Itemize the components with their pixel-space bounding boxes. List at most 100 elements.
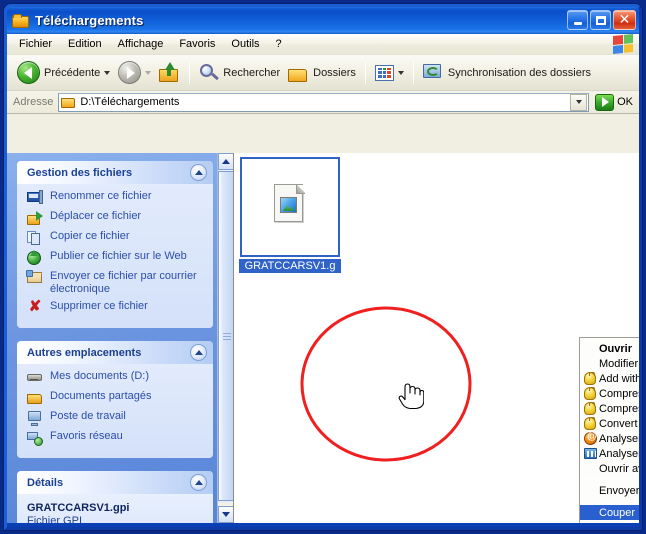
task-label: Renommer ce fichier [50,190,152,202]
menu-item-compress-to-zip[interactable]: Compress to "GRATCCARSV1.zip" [580,386,639,401]
folders-icon [288,64,309,82]
menu-item-add-with-alzip[interactable]: Add with ALZip [580,371,639,386]
chevron-up-icon[interactable] [190,344,207,361]
place-label: Documents partagés [50,390,152,402]
go-button[interactable] [594,93,614,112]
views-button[interactable] [371,58,408,88]
menu-item-compress-and-email[interactable]: Compress to "GRATCCARSV1.zip" and email.… [580,401,639,416]
menu-item-copier[interactable]: Copier [580,520,639,524]
scroll-up-button[interactable] [218,153,233,170]
task-email-file[interactable]: Envoyer ce fichier par courrier électron… [26,270,205,296]
no-icon [582,483,599,498]
panel-header-file-tasks[interactable]: Gestion des fichiers [17,161,213,184]
views-dropdown-icon[interactable] [397,70,404,75]
minimize-button[interactable] [567,10,588,30]
menu-separator [582,501,639,502]
sidebar-scrollbar[interactable] [217,153,233,523]
address-label: Adresse [13,96,54,108]
up-folder-icon [159,62,180,82]
mse-icon [582,446,599,461]
my-computer-icon [27,410,43,426]
window-client-area: Fichier Edition Affichage Favoris Outils… [7,33,639,523]
alzip-icon [582,386,599,401]
task-rename-file[interactable]: Renommer ce fichier [27,190,205,206]
chevron-up-icon[interactable] [190,164,207,181]
views-icon [374,64,394,81]
folders-button[interactable]: Dossiers [284,58,360,88]
panel-gestion-des-fichiers: Gestion des fichiers Renommer ce fichier… [17,161,213,328]
menu-item-label: Couper [599,506,636,519]
menu-item-modifier[interactable]: Modifier [580,356,639,371]
place-poste-de-travail[interactable]: Poste de travail [27,410,205,426]
menu-help[interactable]: ? [268,36,290,52]
panel-body-details: GRATCCARSV1.gpi Fichier GPI [17,494,213,523]
menu-item-envoyer-vers[interactable]: Envoyer vers [580,483,639,498]
menu-item-analyser-avg[interactable]: Analyser GRATCCARSV1.gpi [580,431,639,446]
menu-item-label: Ouvrir [599,342,633,355]
task-copy-file[interactable]: Copier ce fichier [27,230,205,246]
details-file-name: GRATCCARSV1.gpi [27,502,130,514]
scrollbar-thumb[interactable] [218,171,233,501]
alzip-icon [582,371,599,386]
title-bar: Téléchargements ✕ [7,7,639,34]
task-delete-file[interactable]: ✘ Supprimer ce fichier [27,298,205,316]
task-move-file[interactable]: Déplacer ce fichier [27,210,205,226]
scroll-down-button[interactable] [218,506,233,523]
back-button[interactable]: Précédente [13,58,114,88]
sync-folders-button[interactable]: Synchronisation des dossiers [419,58,595,88]
network-icon [27,430,43,446]
maximize-button[interactable] [590,10,611,30]
place-favoris-reseau[interactable]: Favoris réseau [27,430,205,446]
go-button-label: OK [617,96,633,108]
go-arrow-icon [594,93,614,111]
search-button[interactable]: Rechercher [195,58,284,88]
toolbar-separator-2 [364,61,366,84]
menu-affichage[interactable]: Affichage [110,36,172,52]
back-arrow-icon [17,61,40,84]
no-icon [582,341,599,356]
menu-outils[interactable]: Outils [223,36,267,52]
folders-button-label: Dossiers [313,66,356,79]
place-mes-documents[interactable]: Mes documents (D:) [27,370,205,386]
back-dropdown-icon[interactable] [104,70,111,75]
menu-item-couper[interactable]: Couper [580,505,639,520]
menu-fichier[interactable]: Fichier [11,36,60,52]
menu-item-analyser-mse[interactable]: Analyser avec Microsoft Security Essenti… [580,446,639,461]
toolbar-separator-3 [412,61,414,84]
panel-header-other-places[interactable]: Autres emplacements [17,341,213,364]
menu-item-label: Add with ALZip [599,372,639,385]
address-input[interactable]: D:\Téléchargements [58,92,590,112]
no-icon [582,461,599,476]
delete-icon: ✘ [28,298,42,315]
task-label: Déplacer ce fichier [50,210,142,222]
up-button[interactable] [155,58,184,88]
context-menu[interactable]: Ouvrir Modifier Add with ALZip Compress … [579,337,639,523]
menu-bar: Fichier Edition Affichage Favoris Outils… [7,33,639,55]
menu-item-ouvrir[interactable]: Ouvrir [580,341,639,356]
menu-favoris[interactable]: Favoris [171,36,223,52]
hand-pointer-cursor [398,383,424,410]
place-documents-partages[interactable]: Documents partagés [27,390,205,406]
address-dropdown-button[interactable] [570,93,588,111]
menu-item-label: Analyser avec Microsoft Security Essenti… [599,447,639,460]
forward-button[interactable] [114,58,155,88]
menu-item-ouvrir-avec[interactable]: Ouvrir avec [580,461,639,476]
menu-item-convert-to-exe[interactable]: Convert to EXE file [580,416,639,431]
panel-header-details[interactable]: Détails [17,471,213,494]
panel-autres-emplacements: Autres emplacements Mes documents (D:) D… [17,341,213,458]
windows-flag-icon [613,33,633,55]
no-icon [582,505,599,520]
close-button[interactable]: ✕ [613,10,636,30]
menu-item-label: Compress to "GRATCCARSV1.zip" [599,387,639,400]
task-publish-web[interactable]: Publier ce fichier sur le Web [27,250,205,266]
menu-item-label: Copier [599,522,639,524]
file-item-gratccarsv1[interactable]: GRATCCARSV1.g [239,157,341,273]
chevron-up-icon[interactable] [190,474,207,491]
menu-edition[interactable]: Edition [60,36,110,52]
panel-details: Détails GRATCCARSV1.gpi Fichier GPI [17,471,213,523]
file-list-view[interactable]: GRATCCARSV1.g Ouvrir Modifier Add with A… [233,153,639,523]
publish-web-icon [27,250,43,266]
forward-dropdown-icon [145,70,152,75]
place-label: Poste de travail [50,410,126,422]
scrollbar-grip-icon [223,333,231,340]
